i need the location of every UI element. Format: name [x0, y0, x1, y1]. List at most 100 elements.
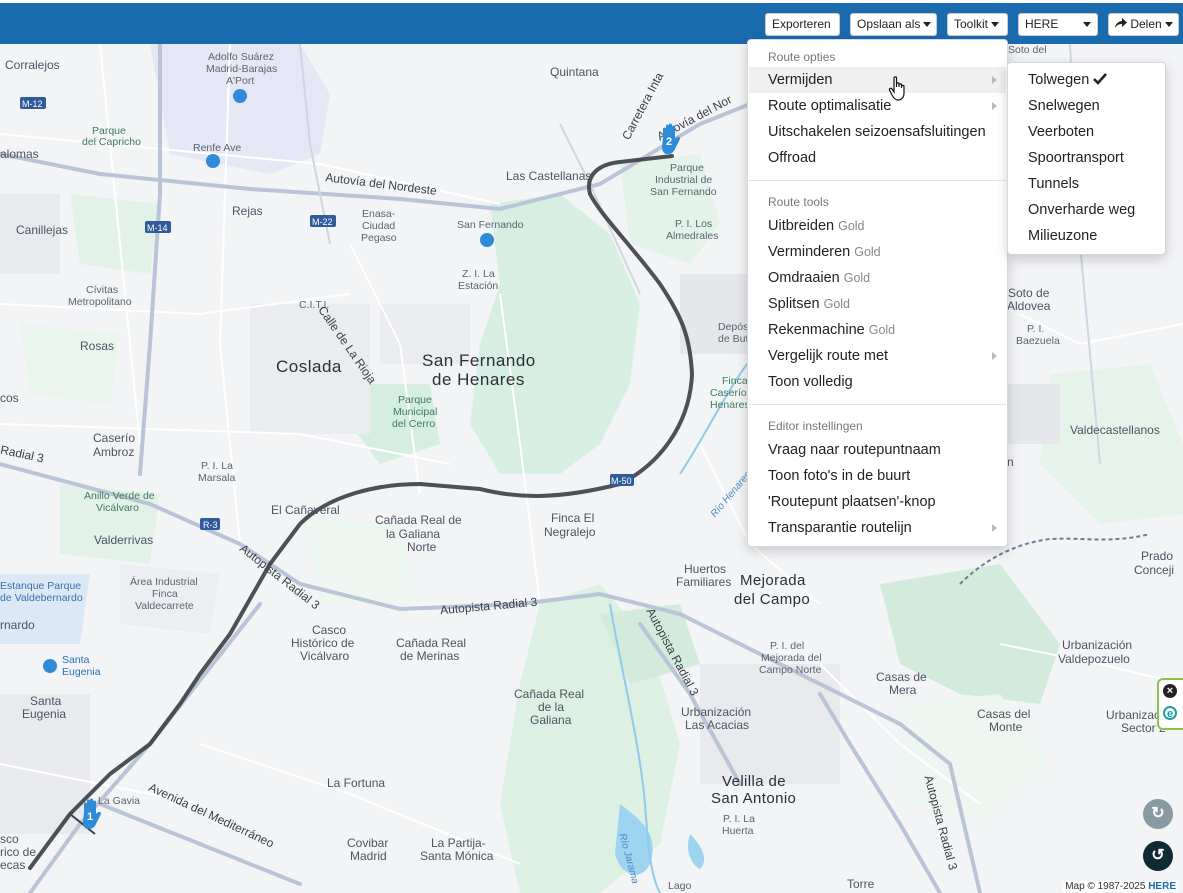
menu-divider	[749, 180, 1006, 181]
share-label: Delen	[1130, 17, 1162, 31]
map-label: La Fortuna	[327, 776, 386, 790]
menu-item-verminderen[interactable]: Verminderen Gold	[749, 239, 1006, 265]
map-label: Huerta	[722, 825, 754, 837]
map-provider-select[interactable]: HERE	[1018, 13, 1098, 36]
menu-item-label: Spoortransport	[1028, 150, 1124, 166]
map-label: Monte	[989, 720, 1023, 734]
map-label: Madrid-Barajas	[206, 63, 278, 75]
map-label: del Cerro	[392, 418, 436, 430]
avoid-item-milieuzone[interactable]: Milieuzone	[1009, 223, 1164, 249]
menu-item-label: Vermijden	[768, 72, 833, 88]
menu-item-label: 'Routepunt plaatsen'-knop	[768, 494, 936, 510]
map-label: Madrid	[350, 849, 387, 863]
map-label: ecas	[0, 858, 26, 872]
menu-section-header: Route tools	[768, 195, 829, 209]
avoid-submenu: Tolwegen Snelwegen Veerboten Spoortransp…	[1007, 62, 1166, 255]
map-attribution: Map © 1987-2025 HERE	[1062, 881, 1179, 892]
avoid-item-veerboten[interactable]: Veerboten	[1009, 119, 1164, 145]
map-provider-value: HERE	[1025, 17, 1059, 31]
map-label: P. I. del	[770, 640, 805, 652]
map-label: M-12	[22, 99, 43, 109]
map-label: Caserío	[710, 387, 747, 399]
map-label: Rosas	[80, 339, 115, 353]
export-label: Exporteren	[772, 17, 831, 31]
gold-badge: Gold	[868, 323, 896, 337]
menu-item-toon-fotos[interactable]: Toon foto's in de buurt	[749, 463, 1006, 489]
menu-item-rekenmachine[interactable]: Rekenmachine Gold	[749, 317, 1006, 343]
map-label: de Merinas	[400, 649, 460, 663]
chevron-right-icon	[992, 352, 997, 360]
share-button[interactable]: Delen	[1108, 13, 1179, 36]
toolkit-button[interactable]: Toolkit	[947, 13, 1008, 36]
map-label: Santa	[62, 654, 90, 666]
map-label: Valdecastellanos	[1070, 423, 1160, 437]
menu-item-vraag-routepuntnaam[interactable]: Vraag naar routepuntnaam	[749, 437, 1006, 463]
map-label: Vicálvaro	[96, 502, 139, 514]
route-waypoint-1-marker[interactable]: 1	[78, 798, 106, 832]
menu-item-label: Uitbreiden	[768, 218, 835, 234]
map-label: Caserío	[93, 431, 136, 445]
menu-item-toon-volledig[interactable]: Toon volledig	[749, 369, 1006, 395]
map-label: Eugenia	[22, 707, 67, 721]
map-label: Mejorada	[740, 572, 806, 589]
map-label: P. I. La	[723, 813, 755, 825]
map-label: Valderrivas	[94, 533, 154, 547]
refresh-button[interactable]: ↻	[1143, 799, 1173, 829]
menu-item-transparantie[interactable]: Transparantie routelijn	[749, 515, 1006, 541]
share-icon	[1115, 18, 1127, 28]
menu-item-label: Vraag naar routepuntnaam	[768, 442, 941, 458]
map-label: Las Castellanas	[506, 169, 592, 183]
menu-section-header: Editor instellingen	[768, 419, 863, 433]
map-label: Familiares	[676, 575, 732, 589]
avoid-item-onverharde-weg[interactable]: Onverharde weg	[1009, 197, 1164, 223]
avoid-item-tunnels[interactable]: Tunnels	[1009, 171, 1164, 197]
menu-item-routepunt-plaatsen[interactable]: 'Routepunt plaatsen'-knop	[749, 489, 1006, 515]
reset-view-button[interactable]: ↺	[1143, 841, 1173, 871]
menu-item-label: Tolwegen	[1028, 72, 1090, 88]
map-label: San Fernando	[650, 186, 717, 198]
map-label: cos	[0, 391, 19, 405]
menu-item-uitbreiden[interactable]: Uitbreiden Gold	[749, 213, 1006, 239]
map-label: San Fernando	[457, 219, 524, 231]
map-label: Depós	[718, 321, 749, 333]
map-label: de But	[718, 333, 749, 345]
map-label: Negralejo	[544, 525, 596, 539]
chevron-right-icon	[992, 76, 997, 84]
map-label: Lago	[668, 880, 692, 892]
chevron-right-icon	[992, 102, 997, 110]
menu-item-vergelijk-route[interactable]: Vergelijk route met	[749, 343, 1006, 369]
menu-item-label: Tunnels	[1028, 176, 1080, 192]
map-label: P. I.	[1027, 323, 1045, 335]
map-label: Campo Norte	[759, 664, 822, 676]
chevron-down-icon	[991, 22, 1000, 28]
menu-item-route-optimalisatie[interactable]: Route optimalisatie	[749, 93, 1006, 119]
avoid-item-spoortransport[interactable]: Spoortransport	[1009, 145, 1164, 171]
map-label: Parque	[398, 394, 432, 406]
menu-item-splitsen[interactable]: Splitsen Gold	[749, 291, 1006, 317]
menu-item-offroad[interactable]: Offroad	[749, 145, 1006, 171]
menu-item-label: Milieuzone	[1028, 228, 1098, 244]
menu-item-omdraaien[interactable]: Omdraaien Gold	[749, 265, 1006, 291]
side-plugin-panel: × e	[1157, 678, 1183, 730]
map-label: Mera	[889, 683, 917, 697]
avoid-item-tolwegen[interactable]: Tolwegen	[1009, 67, 1164, 93]
avoid-item-snelwegen[interactable]: Snelwegen	[1009, 93, 1164, 119]
route-options-menu: Route opties Vermijden Route optimalisat…	[747, 39, 1008, 547]
map-label: Torre	[847, 877, 875, 891]
map-label: Santa Mónica	[420, 849, 494, 863]
menu-item-label: Offroad	[768, 150, 817, 166]
e-circle-icon[interactable]: e	[1163, 706, 1177, 720]
map-label: del Campo	[734, 591, 811, 608]
menu-item-vermijden[interactable]: Vermijden	[749, 67, 1006, 93]
menu-item-seizoensafsluitingen[interactable]: Uitschakelen seizoensafsluitingen	[749, 119, 1006, 145]
chevron-down-icon	[1083, 22, 1091, 27]
attribution-brand[interactable]: HERE	[1148, 881, 1176, 892]
save-as-button[interactable]: Opslaan als	[850, 13, 937, 36]
attribution-text: Map © 1987-2025	[1065, 881, 1146, 892]
menu-item-label: Transparantie routelijn	[768, 520, 912, 536]
export-button[interactable]: Exporteren	[765, 13, 840, 36]
route-waypoint-2-marker[interactable]: 2	[657, 123, 685, 157]
chevron-down-icon	[1164, 22, 1173, 28]
close-circle-icon[interactable]: ×	[1163, 684, 1177, 698]
map-label: Z. I. La	[462, 268, 495, 280]
